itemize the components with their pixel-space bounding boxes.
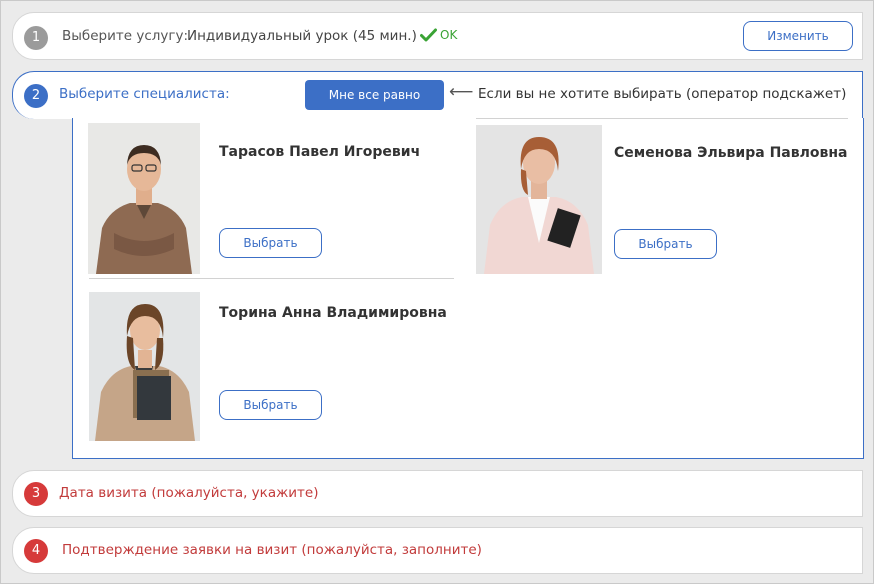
separator xyxy=(476,118,848,119)
any-specialist-button[interactable]: Мне все равно xyxy=(305,80,444,110)
checkmark-icon xyxy=(420,28,437,42)
select-specialist-button[interactable]: Выбрать xyxy=(614,229,717,259)
step-number-4: 4 xyxy=(24,539,48,563)
visit-date-label: Дата визита (пожалуйста, укажите) xyxy=(59,485,319,501)
confirmation-label: Подтверждение заявки на визит (пожалуйст… xyxy=(62,542,482,558)
specialist-name: Семенова Эльвира Павловна xyxy=(614,145,848,161)
separator xyxy=(89,278,454,279)
service-label: Выберите услугу: xyxy=(62,28,189,44)
step-specialist: 2 Выберите специалиста: Мне все равно ⟵ … xyxy=(12,71,863,119)
step-service: 1 Выберите услугу: Индивидуальный урок (… xyxy=(12,12,863,60)
specialist-list: Тарасов Павел Игоревич Выбрать Семенова … xyxy=(72,118,864,459)
select-specialist-button[interactable]: Выбрать xyxy=(219,228,322,258)
step-confirmation[interactable]: 4 Подтверждение заявки на визит (пожалуй… xyxy=(12,527,863,574)
select-specialist-button[interactable]: Выбрать xyxy=(219,390,322,420)
specialist-photo xyxy=(88,123,200,274)
step-number-2: 2 xyxy=(24,84,48,108)
specialist-name: Торина Анна Владимировна xyxy=(219,305,447,321)
change-service-button[interactable]: Изменить xyxy=(743,21,853,51)
service-value: Индивидуальный урок (45 мин.) xyxy=(187,28,417,44)
specialist-label: Выберите специалиста: xyxy=(59,86,230,102)
arrow-left-icon: ⟵ xyxy=(449,82,474,102)
specialist-photo xyxy=(89,292,200,441)
specialist-name: Тарасов Павел Игоревич xyxy=(219,144,421,160)
status-ok-text: OK xyxy=(440,28,458,42)
service-status: OK xyxy=(420,28,457,42)
step-number-3: 3 xyxy=(24,482,48,506)
step-number-1: 1 xyxy=(24,26,48,50)
any-specialist-hint: Если вы не хотите выбирать (оператор под… xyxy=(478,86,847,102)
specialist-photo xyxy=(476,125,602,274)
step-visit-date[interactable]: 3 Дата визита (пожалуйста, укажите) xyxy=(12,470,863,517)
